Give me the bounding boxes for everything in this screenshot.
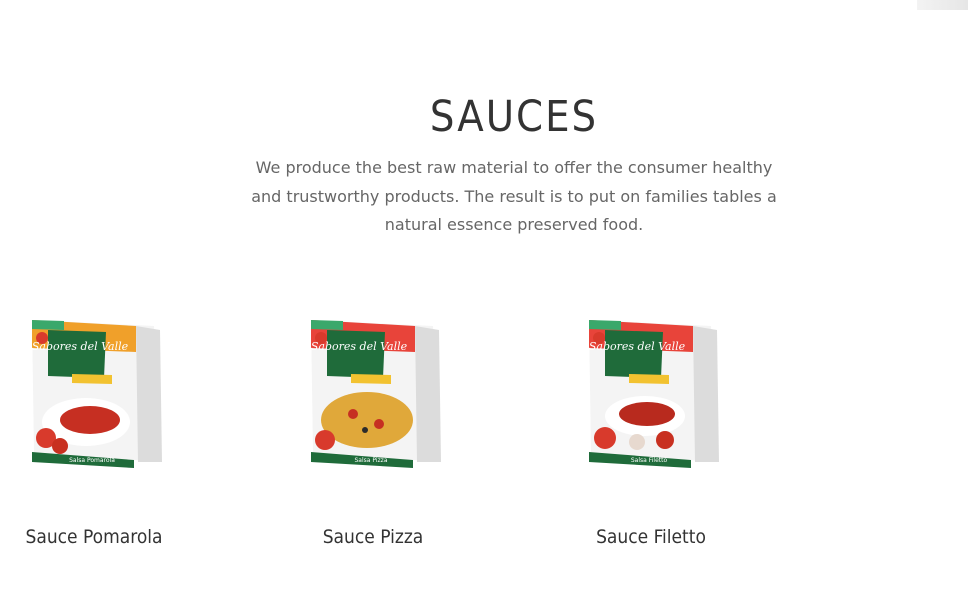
product-image-pizza[interactable]: Sabores del Valle Salsa Pizza: [303, 312, 443, 468]
box-brand-text: Sabores del Valle: [32, 340, 129, 353]
box-label-text: Salsa Pizza: [355, 457, 388, 464]
product-name[interactable]: Sauce Filetto: [561, 526, 741, 548]
product-name[interactable]: Sauce Pomarola: [4, 526, 184, 548]
section-title: SAUCES: [429, 92, 599, 142]
box-label-text: Salsa Pomarola: [69, 457, 115, 464]
product-image-filetto[interactable]: Sabores del Valle Salsa Filetto: [581, 312, 721, 468]
product-image-pomarola[interactable]: Sabores del Valle Salsa Pomarola: [24, 312, 164, 468]
scroll-to-top-tab[interactable]: [917, 0, 968, 10]
product-name[interactable]: Sauce Pizza: [283, 526, 463, 548]
box-brand-text: Sabores del Valle: [311, 340, 408, 353]
section-description: We produce the best raw material to offe…: [251, 158, 777, 234]
box-brand-text: Sabores del Valle: [589, 340, 686, 353]
box-label-text: Salsa Filetto: [631, 457, 668, 464]
